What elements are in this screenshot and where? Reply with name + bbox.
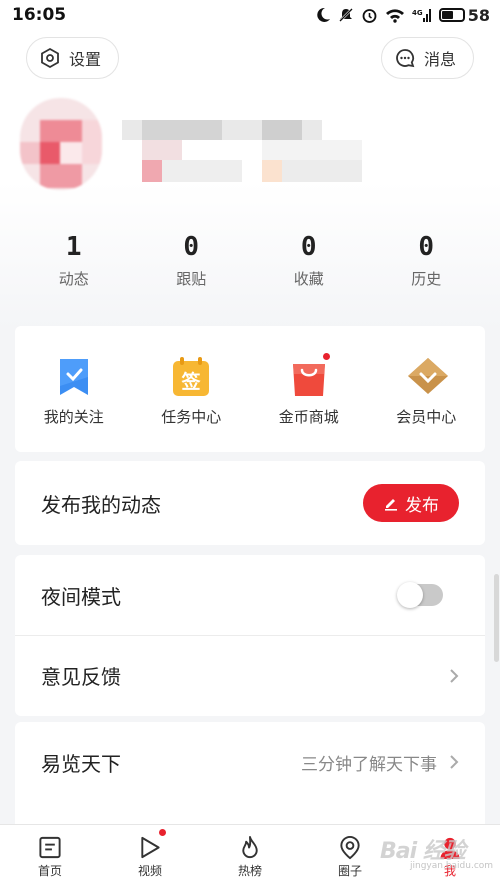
- sign-in-glyph: 签: [181, 370, 202, 393]
- pen-icon: [385, 499, 397, 511]
- settings-list: 夜间模式 意见反馈: [15, 555, 485, 716]
- battery-icon: [438, 8, 465, 22]
- night-mode-label: 夜间模式: [41, 584, 121, 609]
- stat-value: 0: [183, 232, 200, 262]
- stat-label: 跟贴: [176, 270, 207, 288]
- nav-label: 首页: [37, 864, 62, 878]
- settings-label: 设置: [69, 50, 102, 69]
- stat-replies[interactable]: 0 跟贴: [133, 232, 251, 302]
- settings-button[interactable]: 设置: [26, 37, 119, 79]
- stat-posts[interactable]: 1 动态: [15, 232, 133, 302]
- bookmark-icon: [59, 359, 88, 395]
- shortcut-coin-mall[interactable]: 金币商城: [250, 326, 368, 452]
- shortcut-membership[interactable]: 会员中心: [368, 326, 486, 452]
- feedback-label: 意见反馈: [41, 665, 121, 689]
- stat-favorites[interactable]: 0 收藏: [250, 232, 368, 302]
- publish-title: 发布我的动态: [41, 492, 161, 517]
- battery-level: 58: [467, 5, 490, 25]
- chevron-right-icon: [450, 755, 459, 769]
- shortcut-label: 我的关注: [43, 408, 104, 426]
- battery-indicator: 58: [438, 5, 490, 25]
- stat-label: 收藏: [293, 270, 324, 288]
- notification-dot: [158, 828, 167, 837]
- location-circle-icon: [340, 835, 360, 860]
- stat-label: 动态: [58, 270, 89, 288]
- nav-video[interactable]: 视频: [100, 825, 200, 879]
- moon-icon: [317, 7, 330, 22]
- alarm-icon: [362, 8, 377, 23]
- wifi-icon: [385, 8, 404, 23]
- feedback-row[interactable]: 意见反馈: [15, 635, 485, 715]
- messages-button[interactable]: 消息: [381, 37, 474, 79]
- shortcut-label: 任务中心: [161, 408, 222, 426]
- publish-card: 发布我的动态 发布: [15, 461, 485, 545]
- news-title: 易览天下: [41, 751, 121, 776]
- publish-button-label: 发布: [405, 495, 439, 516]
- night-mode-toggle[interactable]: [397, 582, 443, 608]
- scroll-handle[interactable]: [494, 574, 499, 662]
- shortcuts-card: 我的关注 签 任务中心 金币商城 会员中心: [15, 326, 485, 452]
- svg-text:4G: 4G: [412, 9, 423, 17]
- stat-label: 历史: [411, 270, 442, 288]
- shortcut-label: 会员中心: [396, 408, 457, 426]
- flame-icon: [242, 835, 258, 859]
- news-row[interactable]: 易览天下 三分钟了解天下事: [15, 722, 485, 802]
- status-time: 16:05: [12, 5, 67, 25]
- home-icon: [39, 836, 61, 859]
- notification-dot: [321, 352, 331, 361]
- status-bar: 16:05 4G 58: [0, 0, 500, 30]
- shopping-bag-icon: [292, 364, 325, 396]
- diamond-icon: [408, 358, 449, 394]
- news-card: 易览天下 三分钟了解天下事: [15, 722, 485, 832]
- news-subtitle: 三分钟了解天下事: [301, 754, 437, 775]
- avatar[interactable]: [20, 98, 102, 190]
- mute-bell-icon: [338, 8, 353, 22]
- watermark-url: jingyan.baidu.com: [410, 861, 494, 871]
- stat-value: 0: [300, 232, 317, 262]
- publish-button[interactable]: 发布: [363, 484, 459, 522]
- nav-label: 圈子: [337, 864, 362, 878]
- stat-value: 0: [418, 232, 435, 262]
- shortcut-following[interactable]: 我的关注: [15, 326, 133, 452]
- stat-history[interactable]: 0 历史: [368, 232, 486, 302]
- nav-label: 视频: [137, 864, 162, 878]
- stat-value: 1: [65, 232, 82, 262]
- nav-hot[interactable]: 热榜: [200, 825, 300, 879]
- messages-label: 消息: [424, 50, 457, 69]
- chevron-right-icon: [450, 668, 459, 683]
- chat-bubble-icon: [396, 49, 415, 68]
- shortcut-label: 金币商城: [278, 408, 339, 426]
- signal-icon: 4G: [412, 8, 431, 22]
- play-icon: [141, 836, 160, 859]
- sign-in-icon: 签: [173, 357, 210, 396]
- nav-home[interactable]: 首页: [0, 825, 100, 879]
- shortcut-tasks[interactable]: 签 任务中心: [133, 326, 251, 452]
- hexagon-gear-icon: [41, 47, 59, 69]
- status-icons: 4G 58: [315, 6, 490, 25]
- nav-label: 热榜: [237, 864, 262, 878]
- night-mode-row: 夜间模式: [15, 555, 485, 635]
- stats-bar: 1 动态 0 跟贴 0 收藏 0 历史: [15, 232, 485, 302]
